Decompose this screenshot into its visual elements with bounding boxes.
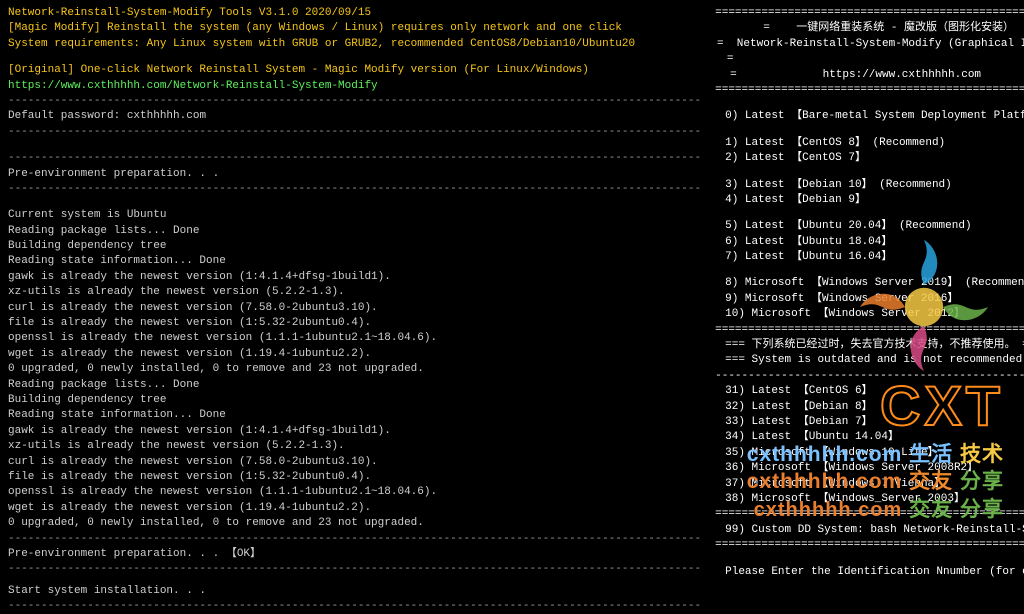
default-password-line: Default password: cxthhhhh.com bbox=[8, 109, 701, 124]
log-line: Current system is Ubuntu bbox=[8, 208, 701, 223]
log-line: Building dependency tree bbox=[8, 239, 701, 254]
menu-item-36[interactable]: 36) Microsoft 【Windows Server 2008R2】 bbox=[715, 461, 1024, 476]
menu-item-9[interactable]: 9) Microsoft 【Windows Server 2016】 bbox=[715, 292, 1024, 307]
divider-sub: ----------------------------------------… bbox=[715, 369, 1024, 384]
menu-item-8[interactable]: 8) Microsoft 【Windows Server 2019】 (Reco… bbox=[715, 276, 1024, 291]
menu-item-2[interactable]: 2) Latest 【CentOS 7】 bbox=[715, 151, 1024, 166]
log-line: 0 upgraded, 0 newly installed, 0 to remo… bbox=[8, 362, 701, 377]
divider: ----------------------------------------… bbox=[8, 182, 701, 197]
header-line-3: System requirements: Any Linux system wi… bbox=[8, 37, 701, 52]
log-line: Reading package lists... Done bbox=[8, 378, 701, 393]
divider-eq: ========================================… bbox=[715, 538, 1024, 553]
log-line: curl is already the newest version (7.58… bbox=[8, 455, 701, 470]
terminal-screen: Network-Reinstall-System-Modify Tools V3… bbox=[0, 0, 1024, 534]
default-password-label: Default password: bbox=[8, 110, 127, 122]
menu-item-35[interactable]: 35) Microsoft 【Windows 10 Lite】 bbox=[715, 446, 1024, 461]
menu-item-7[interactable]: 7) Latest 【Ubuntu 16.04】 bbox=[715, 250, 1024, 265]
divider: ----------------------------------------… bbox=[8, 125, 701, 140]
log-line: xz-utils is already the newest version (… bbox=[8, 285, 701, 300]
menu-item-33[interactable]: 33) Latest 【Debian 7】 bbox=[715, 415, 1024, 430]
log-line: Reading state information... Done bbox=[8, 254, 701, 269]
log-line: gawk is already the newest version (1:4.… bbox=[8, 424, 701, 439]
left-pane: Network-Reinstall-System-Modify Tools V3… bbox=[8, 6, 715, 528]
divider: ----------------------------------------… bbox=[8, 562, 701, 577]
deprecated-cn: === 下列系统已经过时，失去官方技术支持，不推荐使用。 === bbox=[715, 338, 1024, 353]
menu-item-32[interactable]: 32) Latest 【Debian 8】 bbox=[715, 400, 1024, 415]
original-title: [Original] One-click Network Reinstall S… bbox=[8, 63, 701, 78]
menu-item-4[interactable]: 4) Latest 【Debian 9】 bbox=[715, 193, 1024, 208]
divider-eq: ========================================… bbox=[715, 323, 1024, 338]
divider: ----------------------------------------… bbox=[8, 599, 701, 614]
log-line: wget is already the newest version (1.19… bbox=[8, 501, 701, 516]
menu-item-34[interactable]: 34) Latest 【Ubuntu 14.04】 bbox=[715, 430, 1024, 445]
input-prompt[interactable]: Please Enter the Identification Nnumber … bbox=[715, 565, 1024, 580]
log-line: xz-utils is already the newest version (… bbox=[8, 439, 701, 454]
header-line-2: [Magic Modify] Reinstall the system (any… bbox=[8, 21, 701, 36]
menu-item-10[interactable]: 10) Microsoft 【Windows Server 2012】 bbox=[715, 307, 1024, 322]
menu-item-6[interactable]: 6) Latest 【Ubuntu 18.04】 bbox=[715, 235, 1024, 250]
log-line: wget is already the newest version (1.19… bbox=[8, 347, 701, 362]
preenv-done: Pre-environment preparation. . . 【OK】 bbox=[8, 547, 701, 562]
menu-item-38[interactable]: 38) Microsoft 【Windows_Server_2003】 bbox=[715, 492, 1024, 507]
log-line: Reading package lists... Done bbox=[8, 224, 701, 239]
installer-title-cn: = 一键网络重装系统 - 魔改版（图形化安装） = bbox=[715, 21, 1024, 36]
tool-title: Network-Reinstall-System-Modify Tools V3… bbox=[8, 6, 701, 21]
menu-item-5[interactable]: 5) Latest 【Ubuntu 20.04】 (Recommend) bbox=[715, 219, 1024, 234]
divider: ----------------------------------------… bbox=[8, 151, 701, 166]
divider-eq: ========================================… bbox=[715, 6, 1024, 21]
divider-eq: ========================================… bbox=[715, 507, 1024, 522]
divider-eq: ========================================… bbox=[715, 83, 1024, 98]
menu-item-0[interactable]: 0) Latest 【Bare-metal System Deployment … bbox=[715, 109, 1024, 124]
menu-item-3[interactable]: 3) Latest 【Debian 10】 (Recommend) bbox=[715, 178, 1024, 193]
log-line: openssl is already the newest version (1… bbox=[8, 331, 701, 346]
deprecated-en: === System is outdated and is not recomm… bbox=[715, 353, 1024, 368]
log-line: file is already the newest version (1:5.… bbox=[8, 316, 701, 331]
right-pane: ========================================… bbox=[715, 6, 1024, 528]
log-line: file is already the newest version (1:5.… bbox=[8, 470, 701, 485]
default-password-value: cxthhhhh.com bbox=[127, 110, 206, 122]
menu-item-37[interactable]: 37) Microsoft 【Windows 7 Vienna】 bbox=[715, 477, 1024, 492]
log-line: curl is already the newest version (7.58… bbox=[8, 301, 701, 316]
project-url[interactable]: https://www.cxthhhhh.com/Network-Reinsta… bbox=[8, 79, 701, 94]
installer-blankline: = = bbox=[715, 52, 1024, 67]
log-line: openssl is already the newest version (1… bbox=[8, 485, 701, 500]
start-install: Start system installation. . . bbox=[8, 584, 701, 599]
divider: ----------------------------------------… bbox=[8, 94, 701, 109]
log-line: gawk is already the newest version (1:4.… bbox=[8, 270, 701, 285]
menu-item-31[interactable]: 31) Latest 【CentOS 6】 bbox=[715, 384, 1024, 399]
preenv-start: Pre-environment preparation. . . bbox=[8, 167, 701, 182]
installer-title-en: = Network-Reinstall-System-Modify (Graph… bbox=[715, 37, 1024, 52]
installer-url[interactable]: = https://www.cxthhhhh.com = bbox=[715, 68, 1024, 83]
menu-item-99[interactable]: 99) Custom DD System: bash Network-Reins… bbox=[715, 523, 1024, 538]
log-line: Reading state information... Done bbox=[8, 408, 701, 423]
log-line: 0 upgraded, 0 newly installed, 0 to remo… bbox=[8, 516, 701, 531]
log-line: Building dependency tree bbox=[8, 393, 701, 408]
menu-item-1[interactable]: 1) Latest 【CentOS 8】 (Recommend) bbox=[715, 136, 1024, 151]
